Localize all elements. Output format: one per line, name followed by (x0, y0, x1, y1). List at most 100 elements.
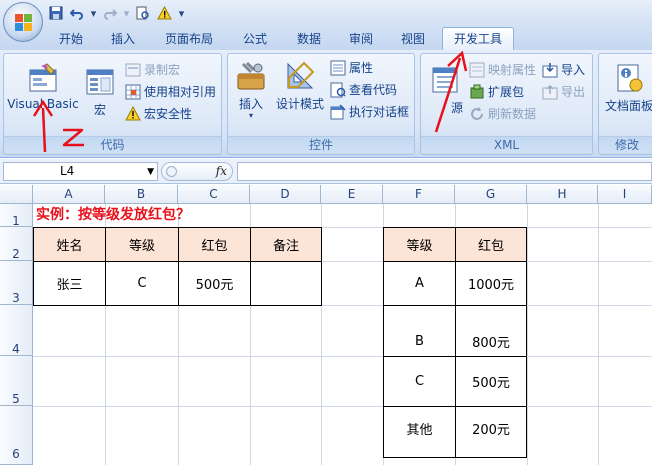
gridline (33, 356, 652, 357)
column-header-b[interactable]: B (105, 185, 178, 204)
ribbon-tabs: 开始 插入 页面布局 公式 数据 审阅 视图 开发工具 (0, 26, 652, 50)
sheet-title-cell[interactable]: 实例：按等级发放红包？ (36, 204, 190, 227)
expansion-packs-label: 扩展包 (488, 85, 525, 99)
expand-icon[interactable] (166, 166, 177, 177)
design-mode-label: 设计模式 (275, 97, 324, 111)
table-cell[interactable]: C (105, 261, 179, 306)
view-code-button[interactable]: 查看代码 (330, 80, 397, 100)
relative-references-button[interactable]: 使用相对引用 (125, 82, 216, 102)
column-header-h[interactable]: H (527, 185, 598, 204)
refresh-data-label: 刷新数据 (488, 107, 537, 121)
chevron-down-icon[interactable]: ▾ (123, 5, 130, 21)
arrow-annotation-developer-tab (434, 50, 468, 133)
macros-button[interactable]: 宏 (84, 66, 116, 118)
lookup-cell[interactable]: 200元 (455, 406, 527, 458)
table-cell[interactable]: 张三 (33, 261, 106, 306)
office-logo-icon (15, 14, 33, 32)
formula-bar: L4 ▼ fx (0, 159, 652, 184)
tab-insert[interactable]: 插入 (104, 29, 142, 50)
document-panel-icon (613, 62, 645, 94)
formula-input[interactable] (237, 162, 652, 181)
lookup-cell[interactable]: 其他 (383, 406, 456, 458)
undo-icon[interactable] (69, 5, 85, 21)
header-cell-note[interactable]: 备注 (250, 227, 322, 262)
gridline (33, 406, 652, 407)
row-header-5[interactable]: 5 (0, 356, 33, 406)
header-cell-grade[interactable]: 等级 (105, 227, 179, 262)
lookup-cell[interactable]: C (383, 356, 456, 407)
lookup-cell[interactable]: 1000元 (455, 261, 527, 306)
redo-icon[interactable] (102, 5, 118, 21)
tab-home[interactable]: 开始 (52, 29, 90, 50)
expansion-packs-button[interactable]: 扩展包 (469, 82, 524, 102)
lookup-cell[interactable]: 800元 (455, 305, 527, 357)
group-controls: 插入 ▾ 设计模式 属性 查看代码 执行对话框 控件 (227, 53, 415, 155)
column-header-g[interactable]: G (455, 185, 527, 204)
import-icon (542, 62, 558, 78)
toolbox-icon (235, 60, 267, 92)
design-mode-icon (284, 60, 316, 92)
row-header-6[interactable]: 6 (0, 406, 33, 465)
header-cell-bonus[interactable]: 红包 (178, 227, 251, 262)
column-header-e[interactable]: E (321, 185, 383, 204)
lookup-cell[interactable]: 500元 (455, 356, 527, 407)
save-icon[interactable] (48, 5, 64, 21)
import-label: 导入 (561, 63, 586, 77)
run-dialog-button[interactable]: 执行对话框 (330, 102, 409, 122)
macros-icon (84, 66, 116, 98)
column-header-c[interactable]: C (178, 185, 250, 204)
lookup-cell[interactable]: A (383, 261, 456, 306)
column-header-a[interactable]: A (33, 185, 105, 204)
record-macro-button[interactable]: 录制宏 (125, 60, 180, 80)
chevron-down-icon[interactable]: ▾ (90, 5, 97, 21)
export-button[interactable]: 导出 (542, 82, 585, 102)
z-mark-annotation (62, 128, 84, 147)
design-mode-button[interactable]: 设计模式 (274, 60, 326, 112)
insert-function-icon[interactable]: fx (216, 164, 227, 178)
insert-control-button[interactable]: 插入 ▾ (232, 60, 270, 120)
table-cell[interactable]: 500元 (178, 261, 251, 306)
warning-icon[interactable] (156, 5, 172, 21)
ribbon: Visual Basic 宏 录制宏 使用相对引用 宏安全性 代码 插入 ▾ 设… (0, 50, 652, 158)
row-header-2[interactable]: 2 (0, 227, 33, 261)
column-header-f[interactable]: F (383, 185, 455, 204)
column-header-i[interactable]: I (598, 185, 652, 204)
properties-icon (330, 60, 346, 76)
export-label: 导出 (561, 85, 586, 99)
worksheet-grid[interactable]: A B C D E F G H I 1 2 3 4 5 6 实例：按等级发放红包… (0, 185, 652, 465)
chevron-down-icon: ▾ (248, 111, 253, 120)
lookup-cell[interactable]: B (383, 305, 456, 357)
tab-review[interactable]: 审阅 (342, 29, 380, 50)
import-button[interactable]: 导入 (542, 60, 585, 80)
table-cell[interactable] (250, 261, 322, 306)
refresh-data-button[interactable]: 刷新数据 (469, 104, 536, 124)
column-header-d[interactable]: D (250, 185, 321, 204)
lookup-header-bonus[interactable]: 红包 (455, 227, 527, 262)
map-properties-button[interactable]: 映射属性 (469, 60, 536, 80)
select-all-corner[interactable] (0, 185, 33, 204)
macro-security-button[interactable]: 宏安全性 (125, 104, 192, 124)
row-header-3[interactable]: 3 (0, 261, 33, 305)
row-header-1[interactable]: 1 (0, 204, 33, 228)
row-header-4[interactable]: 4 (0, 305, 33, 356)
properties-button[interactable]: 属性 (330, 58, 373, 78)
print-preview-icon[interactable] (135, 5, 151, 21)
tab-view[interactable]: 视图 (394, 29, 432, 50)
run-dialog-label: 执行对话框 (349, 105, 410, 119)
lookup-header-grade[interactable]: 等级 (383, 227, 456, 262)
header-cell-name[interactable]: 姓名 (33, 227, 106, 262)
arrow-annotation-visual-basic (32, 99, 54, 153)
tab-data[interactable]: 数据 (290, 29, 328, 50)
customize-qat-icon[interactable]: ▾ (177, 5, 186, 21)
tab-formulas[interactable]: 公式 (236, 29, 274, 50)
macros-label: 宏 (93, 103, 106, 117)
tab-developer[interactable]: 开发工具 (442, 27, 514, 50)
document-panel-button[interactable]: 文档面板 (601, 62, 652, 114)
tab-page-layout[interactable]: 页面布局 (158, 29, 220, 50)
name-box[interactable]: L4 ▼ (3, 162, 158, 181)
title-bar: ▾ ▾ ▾ (0, 0, 652, 26)
office-button[interactable] (3, 2, 43, 42)
chevron-down-icon[interactable]: ▼ (147, 167, 154, 177)
name-box-value: L4 (60, 164, 75, 178)
group-xml-label: XML (421, 136, 592, 153)
